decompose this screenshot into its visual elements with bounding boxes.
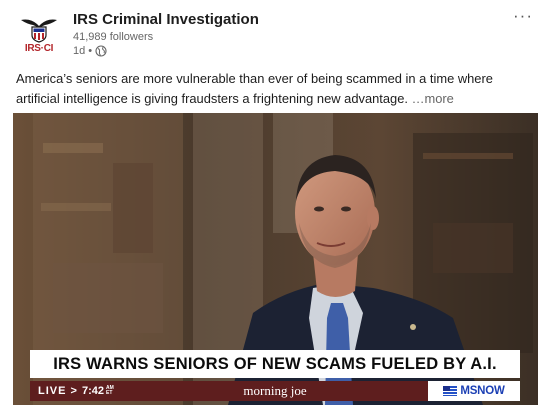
network-name: MSNOW [460, 385, 505, 397]
follower-count: 41,989 followers [73, 31, 154, 43]
post-menu-button[interactable]: ··· [513, 6, 533, 26]
feed-post: IRS·CI IRS Criminal Investigation 41,989… [0, 0, 551, 412]
author-name[interactable]: IRS Criminal Investigation [73, 11, 259, 28]
news-headline-banner: IRS WARNS SENIORS OF NEW SCAMS FUELED BY… [30, 350, 520, 378]
flag-icon [443, 386, 458, 396]
irs-ci-logo[interactable]: IRS·CI [18, 14, 60, 56]
post-age: 1d [73, 45, 86, 57]
news-headline: IRS WARNS SENIORS OF NEW SCAMS FUELED BY… [53, 354, 497, 373]
logo-text: IRS·CI [24, 43, 54, 54]
globe-icon [95, 45, 107, 57]
meta-separator: • [88, 45, 93, 57]
post-video[interactable]: IRS WARNS SENIORS OF NEW SCAMS FUELED BY… [13, 113, 538, 405]
see-more-link[interactable]: …more [412, 91, 454, 106]
news-ticker-bar: LIVE > 7:42 AM ET morning joe MSNOW [30, 381, 520, 401]
post-meta: 1d • [73, 45, 107, 57]
network-logo: MSNOW [428, 381, 520, 401]
post-body: America’s seniors are more vulnerable th… [16, 69, 536, 109]
